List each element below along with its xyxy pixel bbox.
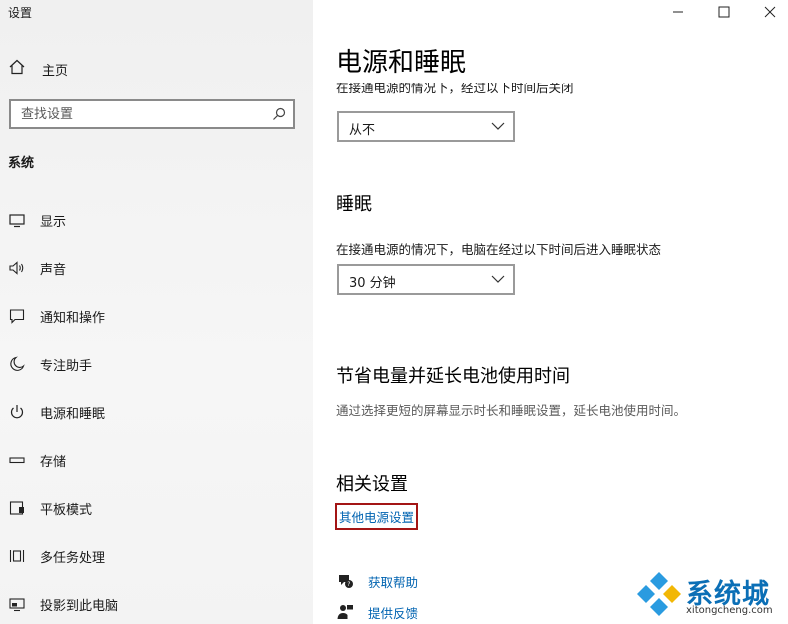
search-icon[interactable] xyxy=(271,106,287,122)
main-content: 电源和睡眠 在接通电源的情况下，经过以下时间后关闭 从不 睡眠 在接通电源的情况… xyxy=(313,0,788,624)
search-box[interactable] xyxy=(9,99,295,129)
feedback-icon xyxy=(336,603,354,621)
watermark: 系统城 xitongcheng.com xyxy=(634,566,784,622)
maximize-button[interactable] xyxy=(704,0,744,24)
sidebar-item-notifications[interactable]: 通知和操作 xyxy=(8,304,298,328)
section-title: 系统 xyxy=(8,156,35,171)
sidebar-item-display[interactable]: 显示 xyxy=(8,208,298,232)
chevron-down-icon xyxy=(491,122,505,130)
sleep-desc: 在接通电源的情况下，电脑在经过以下时间后进入睡眠状态 xyxy=(336,242,662,257)
sidebar-item-project[interactable]: 投影到此电脑 xyxy=(8,592,298,616)
sidebar-item-label: 专注助手 xyxy=(40,358,93,374)
power-icon xyxy=(8,403,26,421)
sleep-timeout-select[interactable]: 30 分钟 xyxy=(337,264,515,295)
home-icon xyxy=(8,58,26,80)
get-help-label: 获取帮助 xyxy=(368,574,419,590)
sleep-heading: 睡眠 xyxy=(336,194,372,215)
sidebar-item-label: 投影到此电脑 xyxy=(40,598,119,614)
close-icon xyxy=(764,6,776,18)
sidebar-item-tablet-mode[interactable]: 平板模式 xyxy=(8,496,298,520)
window-title: 设置 xyxy=(8,6,33,20)
other-power-settings-link[interactable]: 其他电源设置 xyxy=(339,507,414,526)
maximize-icon xyxy=(718,6,730,18)
tablet-icon xyxy=(8,499,26,517)
select-value: 30 分钟 xyxy=(349,276,396,291)
minimize-button[interactable] xyxy=(658,0,698,24)
page-title: 电源和睡眠 xyxy=(336,48,467,78)
home-nav-item[interactable]: 主页 xyxy=(8,58,68,80)
svg-text:?: ? xyxy=(347,581,350,588)
screen-timeout-select[interactable]: 从不 xyxy=(337,111,515,142)
get-help-link[interactable]: ? 获取帮助 xyxy=(336,571,418,591)
give-feedback-link[interactable]: 提供反馈 xyxy=(336,602,418,622)
chevron-down-icon xyxy=(491,275,505,283)
screen-timeout-desc: 在接通电源的情况下，经过以下时间后关闭 xyxy=(336,83,574,97)
sidebar-item-label: 平板模式 xyxy=(40,502,93,518)
sidebar-item-storage[interactable]: 存储 xyxy=(8,448,298,472)
sidebar-item-power-sleep[interactable]: 电源和睡眠 xyxy=(8,400,298,424)
highlight-box: 其他电源设置 xyxy=(335,503,419,530)
sidebar-item-focus-assist[interactable]: 专注助手 xyxy=(8,352,298,376)
related-settings-heading: 相关设置 xyxy=(336,474,408,495)
sidebar-item-label: 显示 xyxy=(40,214,67,230)
sidebar-item-label: 声音 xyxy=(40,262,67,278)
sidebar-item-sound[interactable]: 声音 xyxy=(8,256,298,280)
battery-desc: 通过选择更短的屏幕显示时长和睡眠设置，延长电池使用时间。 xyxy=(336,403,687,418)
moon-icon xyxy=(8,355,26,373)
sidebar-item-label: 存储 xyxy=(40,454,67,470)
battery-heading: 节省电量并延长电池使用时间 xyxy=(336,366,570,387)
display-icon xyxy=(8,211,26,229)
project-icon xyxy=(8,595,26,613)
help-chat-icon: ? xyxy=(336,572,354,590)
sidebar: 设置 主页 系统 显示 声音 通知和操作 专注助手 电源和睡眠 存储 平板 xyxy=(0,0,313,624)
sidebar-item-multitasking[interactable]: 多任务处理 xyxy=(8,544,298,568)
notification-icon xyxy=(8,307,26,325)
select-value: 从不 xyxy=(349,123,376,138)
storage-icon xyxy=(8,451,26,469)
multitask-icon xyxy=(8,547,26,565)
sidebar-item-label: 通知和操作 xyxy=(40,310,106,326)
speaker-icon xyxy=(8,259,26,277)
watermark-url: xitongcheng.com xyxy=(686,605,773,616)
watermark-logo-icon xyxy=(637,572,681,616)
sidebar-item-label: 电源和睡眠 xyxy=(40,406,106,422)
sidebar-item-label: 多任务处理 xyxy=(40,550,106,566)
screen-timeout-desc-text: 在接通电源的情况下，经过以下时间后关闭 xyxy=(336,83,574,95)
home-label: 主页 xyxy=(42,63,69,79)
minimize-icon xyxy=(673,11,683,13)
search-input[interactable] xyxy=(21,105,261,123)
give-feedback-label: 提供反馈 xyxy=(368,605,419,621)
close-button[interactable] xyxy=(750,0,788,24)
